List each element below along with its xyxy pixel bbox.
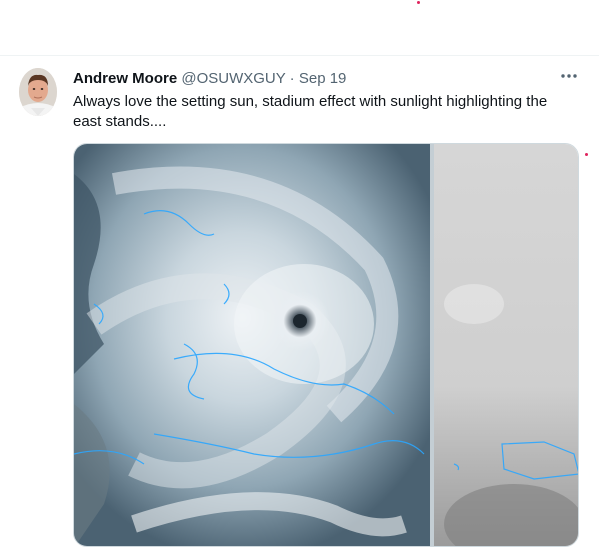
tweet[interactable]: Andrew Moore @OSUWXGUY · Sep 19 Always l… xyxy=(0,56,599,547)
tweet-header: Andrew Moore @OSUWXGUY · Sep 19 xyxy=(73,69,346,89)
header-separator: · xyxy=(289,70,295,87)
author-name[interactable]: Andrew Moore xyxy=(73,70,177,87)
tweet-text: Always love the setting sun, stadium eff… xyxy=(73,93,548,130)
more-horizontal-icon xyxy=(561,74,577,78)
red-marker-dot xyxy=(417,1,420,4)
more-options-button[interactable] xyxy=(556,66,582,86)
avatar[interactable] xyxy=(19,68,57,116)
hurricane-satellite-image xyxy=(74,144,578,546)
tweet-media-image[interactable] xyxy=(73,143,579,547)
author-handle[interactable]: @OSUWXGUY xyxy=(181,70,285,87)
tweet-date[interactable]: Sep 19 xyxy=(299,70,347,87)
